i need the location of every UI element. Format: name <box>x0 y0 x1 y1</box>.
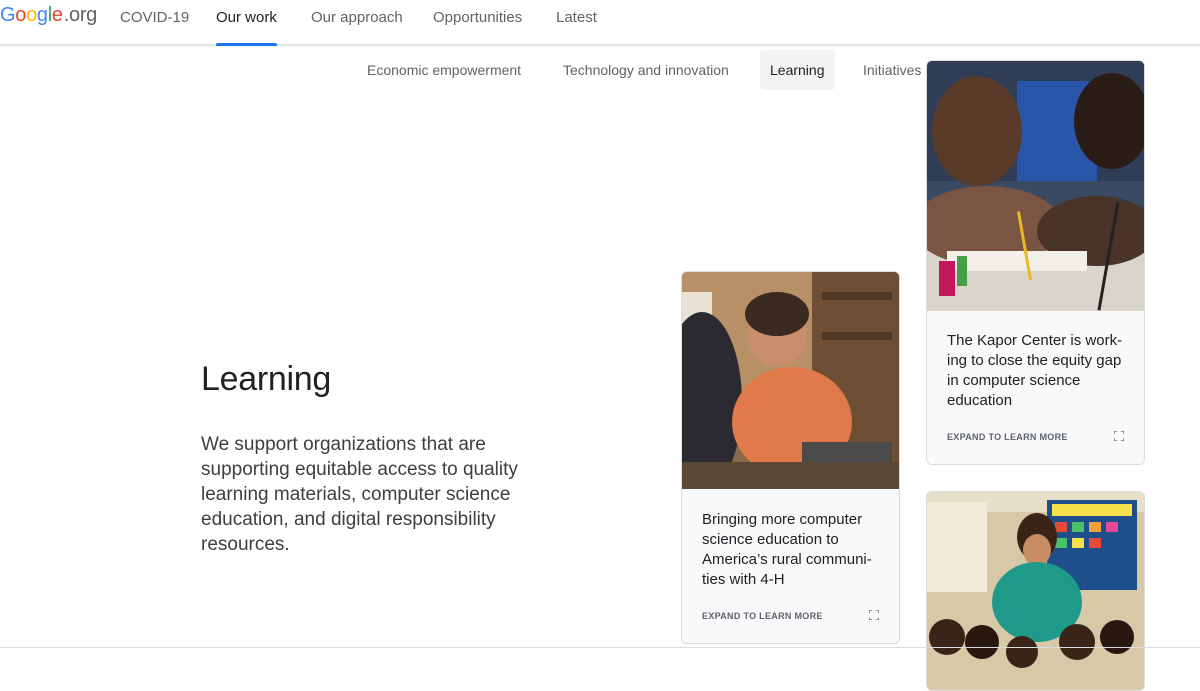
top-navigation: Google.org COVID-19 Our work Our approac… <box>0 0 1200 46</box>
logo-letter-o1: o <box>15 4 27 26</box>
card-classroom-photo <box>927 492 1144 690</box>
card-4h-rural-title: Bringing more computer science education… <box>702 511 872 588</box>
expand-icon[interactable] <box>1114 431 1124 441</box>
card-kapor-center-cta[interactable]: EXPAND TO LEARN MORE <box>947 432 1068 442</box>
nav-latest[interactable]: Latest <box>556 9 597 45</box>
page-description: We support organizations that are suppor… <box>201 434 518 555</box>
google-org-logo[interactable]: Google.org <box>0 4 97 27</box>
card-kapor-center-photo <box>927 61 1144 311</box>
page-title: Learning <box>201 360 331 398</box>
nav-covid-19[interactable]: COVID-19 <box>120 9 189 45</box>
card-kapor-center-title: The Kapor Center is work-ing to close th… <box>947 332 1123 409</box>
logo-letter-g1: G <box>0 4 16 26</box>
expand-icon[interactable] <box>869 610 879 620</box>
subnav-economic-empowerment[interactable]: Economic empowerment <box>357 50 531 90</box>
card-classroom[interactable] <box>926 491 1145 691</box>
bottom-divider <box>0 647 1200 648</box>
card-kapor-center[interactable]: The Kapor Center is work-ing to close th… <box>926 60 1145 465</box>
subnav-learning[interactable]: Learning <box>760 50 835 90</box>
logo-suffix: .org <box>63 4 98 26</box>
nav-opportunities[interactable]: Opportunities <box>433 9 522 45</box>
logo-letter-o2: o <box>26 4 37 26</box>
logo-letter-e: e <box>51 4 63 26</box>
card-4h-rural[interactable]: Bringing more computer science education… <box>681 271 900 644</box>
card-4h-rural-photo <box>682 272 899 489</box>
nav-our-approach[interactable]: Our approach <box>311 9 403 45</box>
card-4h-rural-cta[interactable]: EXPAND TO LEARN MORE <box>702 611 823 621</box>
subnav-technology-and-innovation[interactable]: Technology and innovation <box>553 50 739 90</box>
nav-our-work[interactable]: Our work <box>216 9 277 46</box>
logo-letter-g2: g <box>36 4 48 26</box>
